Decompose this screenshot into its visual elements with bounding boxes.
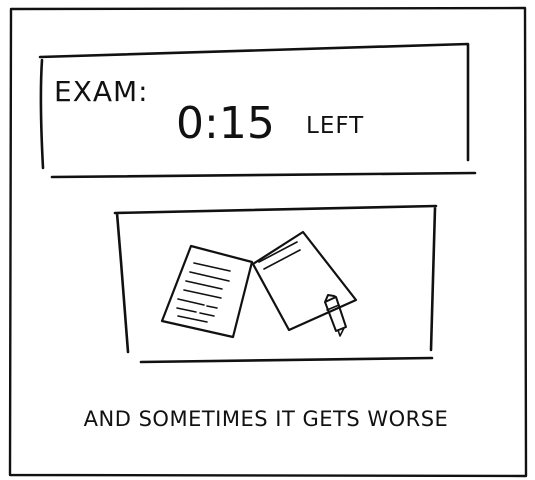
- illustration-border: [113, 204, 438, 364]
- right-exam-sheet: [251, 230, 358, 332]
- left-sheet-text-lines: [176, 262, 231, 323]
- pencil-icon: [324, 294, 347, 337]
- exam-timer-box: EXAM: 0:15 LEFT: [38, 42, 477, 179]
- desk-illustration: [113, 204, 438, 364]
- comic-panel: EXAM: 0:15 LEFT AND SOMETIMES IT GETS WO…: [8, 6, 528, 478]
- left-exam-sheet: [160, 244, 254, 339]
- right-sheet-outline: [251, 230, 358, 332]
- exam-label: EXAM:: [54, 75, 149, 108]
- caption: AND SOMETIMES IT GETS WORSE: [84, 407, 449, 431]
- left-label: LEFT: [306, 113, 364, 139]
- time-remaining: 0:15: [176, 98, 275, 149]
- left-sheet-outline: [160, 244, 254, 339]
